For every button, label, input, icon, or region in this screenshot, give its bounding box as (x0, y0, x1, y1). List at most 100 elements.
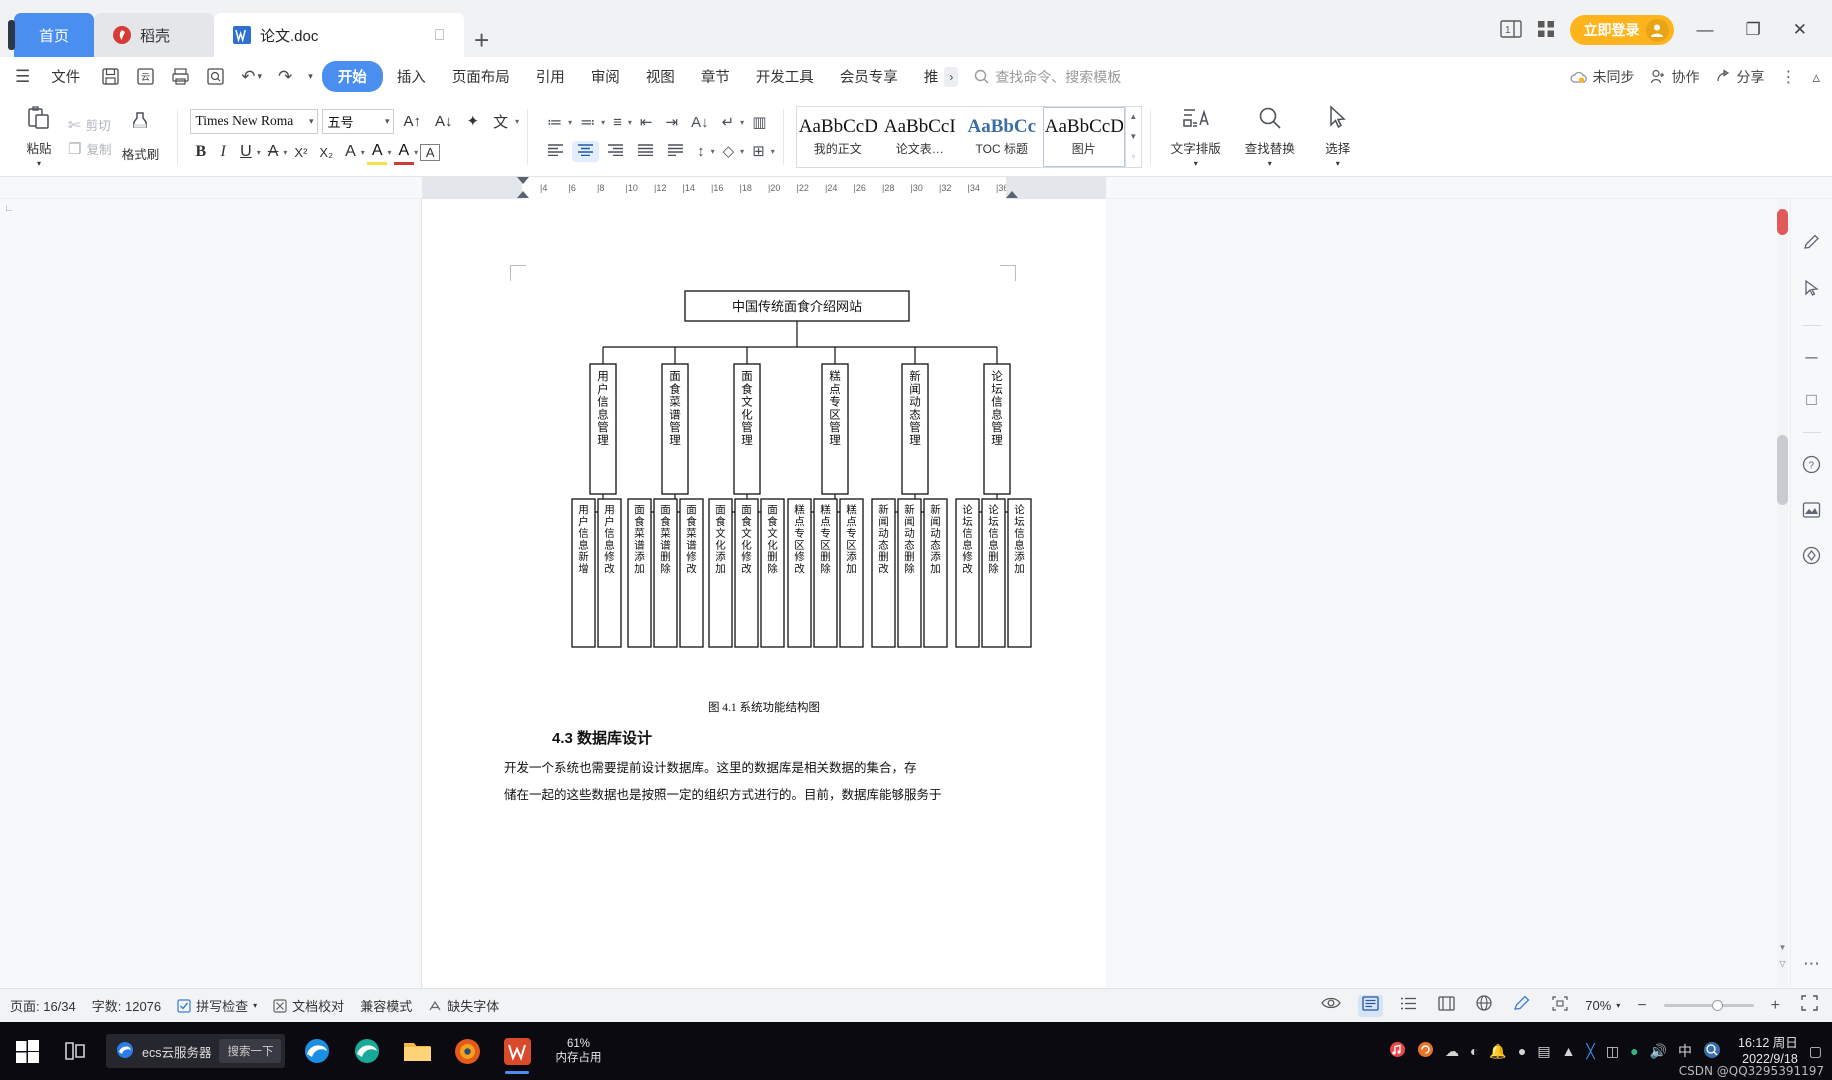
highlight-button[interactable]: A (366, 140, 388, 165)
font-size-input[interactable]: 五号 ▾ (322, 108, 395, 134)
char-border-button[interactable]: A (340, 141, 361, 163)
chevron-down-icon[interactable]: ▾ (515, 117, 519, 126)
login-button[interactable]: 立即登录 (1569, 15, 1674, 45)
layout-view-button[interactable] (1434, 995, 1459, 1017)
search-tray-icon[interactable] (1703, 1041, 1721, 1062)
task-view-icon[interactable] (52, 1027, 98, 1075)
grid-view-icon[interactable] (1536, 19, 1556, 42)
edit-pen-icon[interactable] (1802, 233, 1821, 257)
tab-developer-tools[interactable]: 开发工具 (744, 60, 826, 93)
collapse-ribbon-icon[interactable]: ▵ (1812, 68, 1820, 86)
chevron-down-icon[interactable]: ▾ (740, 118, 744, 127)
line-spacing-button[interactable]: ↕ (692, 141, 710, 162)
font-color-button[interactable]: A (393, 140, 415, 165)
style-item-picture[interactable]: AaBbCcDc 图片 (1042, 106, 1125, 167)
single-page-view-icon[interactable]: 1 (1499, 19, 1522, 41)
ruler-hanging-indent[interactable] (517, 191, 529, 198)
missing-font-status[interactable]: 缺失字体 (428, 996, 499, 1015)
ruler-tool-button[interactable]: ▥ (747, 111, 771, 133)
page-view-button[interactable] (1358, 994, 1384, 1017)
tab-home[interactable]: 首页 (8, 13, 94, 57)
redo-icon[interactable]: ↷ (271, 63, 299, 91)
web-view-button[interactable] (1472, 994, 1496, 1017)
taskbar-file-explorer[interactable] (393, 1027, 441, 1075)
save-icon[interactable] (94, 63, 127, 90)
monitor-tray-icon[interactable]: ▤ (1537, 1043, 1550, 1060)
collaborate-button[interactable]: 协作 (1650, 67, 1699, 87)
minimize-button[interactable]: — (1688, 18, 1723, 42)
close-button[interactable]: ✕ (1784, 18, 1816, 42)
select-arrow-icon[interactable] (1802, 279, 1821, 303)
quick-access-more-icon[interactable]: ▾ (301, 67, 320, 86)
ruler-right-indent[interactable] (1006, 191, 1018, 198)
sync-status-button[interactable]: 未同步 (1570, 67, 1634, 87)
gallery-expand-icon[interactable]: ▫ (1132, 152, 1135, 161)
proofread-status[interactable]: 文档校对 (273, 996, 344, 1015)
style-item-toc-heading[interactable]: AaBbCc TOC 标题 (961, 107, 1043, 167)
subscript-button[interactable]: X₂ (314, 143, 338, 162)
image-tool-icon[interactable] (1802, 501, 1821, 524)
font-name-input[interactable]: Times New Roma ▾ (190, 108, 319, 134)
more-tools-icon[interactable]: ⋯ (1803, 954, 1820, 974)
page-count-status[interactable]: 页面: 16/34 (10, 996, 76, 1015)
help-circle-icon[interactable]: ? (1802, 455, 1821, 479)
cut-button[interactable]: ✄ 剪切 (68, 115, 111, 134)
chevron-down-icon[interactable]: ▾ (414, 148, 418, 157)
command-search[interactable]: 查找命令、搜索模板 (974, 67, 1121, 87)
save-as-icon[interactable]: 云 (129, 63, 162, 90)
shield-tray-icon[interactable]: ● (1518, 1043, 1526, 1059)
share-button[interactable]: 分享 (1715, 67, 1764, 87)
chevron-down-icon[interactable]: ▾ (387, 148, 391, 157)
music-tray-icon[interactable] (1389, 1041, 1406, 1061)
justify-button[interactable] (632, 141, 659, 162)
zoom-slider-handle[interactable] (1711, 1000, 1723, 1011)
notification-center-icon[interactable]: ▢ (1809, 1043, 1822, 1060)
scroll-page-down-button[interactable]: ▽ (1777, 956, 1788, 970)
outline-view-button[interactable] (1396, 995, 1421, 1017)
chevron-down-icon[interactable]: ▾ (711, 147, 715, 156)
vertical-scrollbar[interactable] (1777, 199, 1788, 988)
bluetooth-tray-icon[interactable]: ╳ (1586, 1043, 1594, 1060)
style-item-thesis-table[interactable]: AaBbCcI 论文表… (879, 107, 961, 167)
tab-page-layout[interactable]: 页面布局 (440, 60, 522, 93)
gallery-up-icon[interactable]: ▲ (1129, 112, 1137, 121)
battery-tray-icon[interactable]: ◫ (1606, 1043, 1619, 1060)
taskbar-search[interactable]: ecs云服务器 搜索一下 (106, 1034, 286, 1068)
decrease-indent-button[interactable]: ⇤ (635, 111, 658, 133)
zoom-out-button[interactable]: − (1633, 996, 1650, 1016)
underline-button[interactable]: U (235, 141, 257, 163)
bullets-button[interactable]: ≔ (542, 111, 567, 133)
taskbar-edge-app[interactable] (293, 1027, 341, 1075)
tab-view[interactable]: 视图 (634, 60, 687, 93)
style-item-my-body[interactable]: AaBbCcDc 我的正文 (797, 107, 879, 167)
bell-tray-icon[interactable]: 🔔 (1489, 1043, 1506, 1060)
compatibility-mode-status[interactable]: 兼容模式 (360, 996, 412, 1015)
tab-member-exclusive[interactable]: 会员专享 (828, 60, 910, 93)
zoom-in-button[interactable]: + (1767, 996, 1784, 1016)
grow-font-button[interactable]: A↑ (398, 111, 426, 132)
chevron-down-icon[interactable]: ▾ (568, 118, 572, 127)
multilevel-list-button[interactable]: ≡ (608, 112, 627, 133)
new-tab-button[interactable]: + (464, 27, 499, 57)
file-menu-button[interactable]: 文件 (39, 60, 92, 93)
network-tray-icon[interactable]: ▲ (1562, 1043, 1576, 1059)
pinyin-guide-button[interactable]: 文 (488, 109, 513, 134)
clear-format-icon[interactable]: ✦ (462, 110, 485, 132)
shading-button[interactable]: ◇ (718, 140, 740, 162)
taskbar-firefox-app[interactable] (443, 1027, 491, 1075)
fullscreen-button[interactable] (1797, 994, 1822, 1017)
scroll-down-button[interactable]: ▼ (1777, 940, 1788, 954)
wifi-tray-icon[interactable]: ◐ (1470, 1043, 1478, 1059)
restore-button[interactable]: ❐ (1737, 18, 1770, 42)
ime-indicator[interactable]: 中 (1678, 1041, 1692, 1061)
tab-start[interactable]: 开始 (321, 61, 383, 92)
vertical-scrollbar-thumb[interactable] (1777, 435, 1788, 505)
fit-page-button[interactable] (1548, 995, 1572, 1017)
pen-annotate-button[interactable] (1509, 993, 1535, 1018)
eraser-icon[interactable]: □ (1806, 390, 1816, 410)
diamond-tool-icon[interactable] (1802, 546, 1821, 570)
find-replace-button[interactable]: 查找替换 ▾ (1233, 102, 1307, 172)
tab-sections[interactable]: 章节 (689, 60, 742, 93)
sync-tray-icon[interactable]: ● (1630, 1043, 1638, 1059)
select-button[interactable]: 选择 ▾ (1307, 102, 1369, 172)
